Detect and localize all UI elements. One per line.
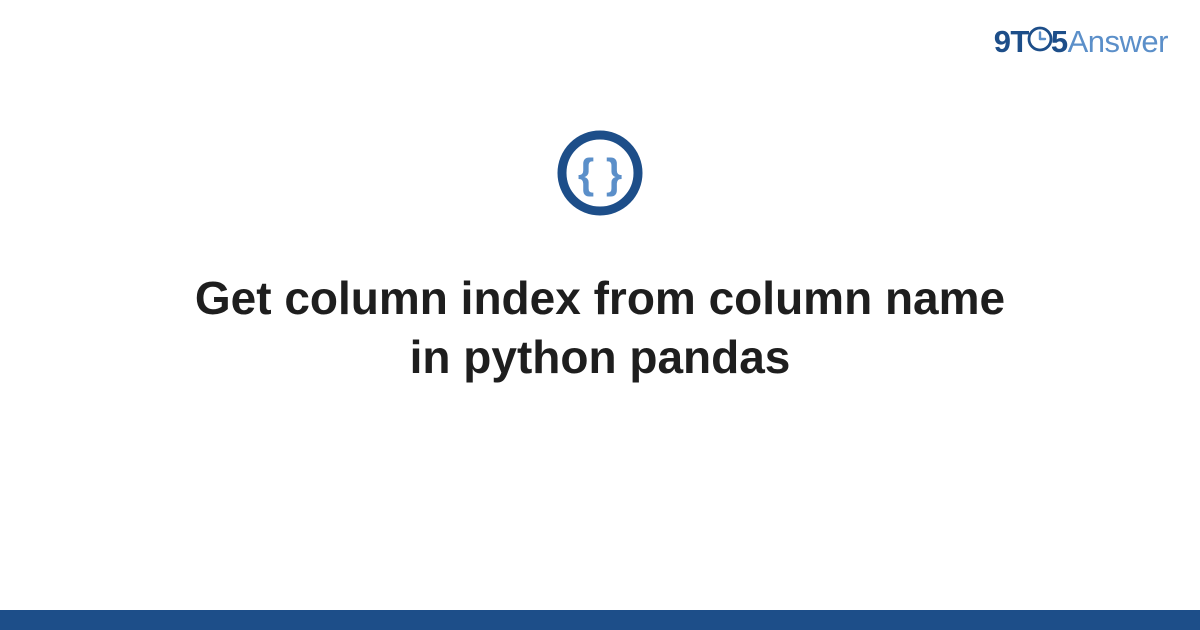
code-braces-icon: { } [557, 130, 643, 221]
footer-bar [0, 610, 1200, 630]
clock-icon [1027, 24, 1053, 60]
logo-text-answer: Answer [1068, 24, 1168, 59]
logo-text-9t: 9T [994, 24, 1029, 59]
site-logo: 9T 5Answer [994, 24, 1168, 62]
page-title: Get column index from column name in pyt… [170, 269, 1030, 387]
logo-text-5: 5 [1051, 24, 1068, 59]
main-content: { } Get column index from column name in… [0, 130, 1200, 387]
svg-text:{ }: { } [578, 150, 622, 197]
